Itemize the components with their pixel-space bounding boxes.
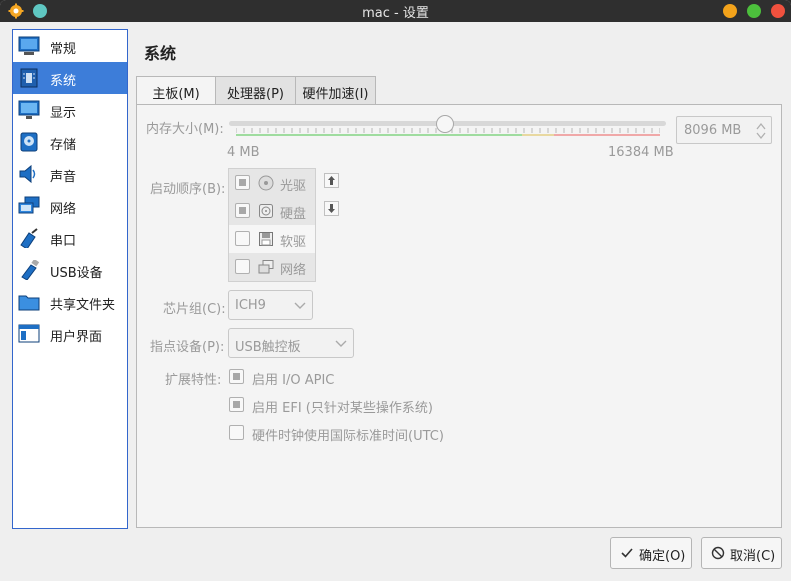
optical-drive-icon — [258, 175, 274, 191]
pointing-device-label: 指点设备(P): — [150, 340, 225, 355]
boot-item-hard-disk[interactable]: 硬盘 — [229, 197, 315, 225]
shared-folder-icon — [18, 295, 40, 311]
arrow-up-icon — [328, 176, 335, 185]
memory-safe-range — [236, 134, 522, 136]
boot-floppy-checkbox[interactable] — [235, 231, 250, 246]
cancel-button[interactable]: 取消(C) — [701, 537, 782, 569]
boot-item-label: 软驱 — [280, 235, 307, 250]
cancel-icon — [711, 546, 725, 560]
page-title: 系统 — [144, 44, 177, 63]
ok-button[interactable]: 确定(O) — [610, 537, 692, 569]
sidebar-item-user-interface[interactable]: 用户界面 — [13, 318, 127, 350]
maximize-button[interactable] — [747, 4, 761, 18]
sidebar-item-label: 显示 — [50, 106, 77, 121]
boot-item-label: 硬盘 — [280, 207, 307, 222]
system-icon — [20, 68, 38, 88]
sidebar-item-label: USB设备 — [50, 266, 103, 281]
tab-processor[interactable]: 处理器(P) — [215, 76, 296, 104]
arrow-down-icon — [328, 204, 335, 213]
pointing-device-value: USB触控板 — [235, 340, 301, 355]
sidebar-item-general[interactable]: 常规 — [13, 30, 127, 62]
sidebar-item-serial-port[interactable]: 串口 — [13, 222, 127, 254]
ioapic-label: 启用 I/O APIC — [252, 373, 335, 388]
memory-warning-range — [522, 134, 554, 136]
utc-clock-label: 硬件时钟使用国际标准时间(UTC) — [252, 429, 444, 444]
boot-hard-disk-checkbox[interactable] — [235, 203, 250, 218]
network-boot-icon — [258, 260, 274, 274]
sidebar-item-label: 用户界面 — [50, 330, 103, 345]
floppy-icon — [259, 232, 273, 246]
move-down-button[interactable] — [324, 201, 339, 216]
sidebar-item-label: 串口 — [50, 234, 77, 249]
serial-port-icon — [20, 228, 38, 248]
memory-size-value: 8096 MB — [684, 123, 742, 138]
chipset-value: ICH9 — [235, 298, 266, 313]
sidebar-item-network[interactable]: 网络 — [13, 190, 127, 222]
move-up-button[interactable] — [324, 173, 339, 188]
ioapic-checkbox[interactable] — [229, 369, 244, 384]
window-title: mac - 设置 — [362, 6, 429, 21]
minimize-button[interactable] — [723, 4, 737, 18]
chipset-select[interactable]: ICH9 — [228, 290, 313, 320]
display-icon — [18, 100, 40, 119]
memory-max-label: 16384 MB — [608, 145, 674, 160]
user-interface-icon — [18, 324, 40, 343]
sidebar-item-label: 系统 — [50, 74, 77, 89]
sidebar-item-system[interactable]: 系统 — [13, 62, 127, 94]
sidebar-item-usb[interactable]: USB设备 — [13, 254, 127, 286]
boot-item-label: 网络 — [280, 263, 307, 278]
chevron-down-icon — [335, 340, 347, 347]
settings-window: mac - 设置 常规 系统 显示 存储 声音 网络 串口 USB设备 共享文件… — [0, 0, 791, 581]
extended-features-label: 扩展特性: — [165, 373, 222, 388]
tab-motherboard[interactable]: 主板(M) — [136, 76, 216, 105]
memory-danger-range — [554, 134, 660, 136]
memory-size-spinbox[interactable]: 8096 MB — [676, 116, 772, 144]
sidebar-item-audio[interactable]: 声音 — [13, 158, 127, 190]
memory-min-label: 4 MB — [227, 145, 260, 160]
chevron-down-icon — [294, 302, 306, 309]
sidebar-item-label: 声音 — [50, 170, 77, 185]
sidebar-item-storage[interactable]: 存储 — [13, 126, 127, 158]
network-icon — [18, 196, 40, 214]
spin-down-icon[interactable] — [756, 132, 766, 140]
sidebar-item-display[interactable]: 显示 — [13, 94, 127, 126]
tab-acceleration[interactable]: 硬件加速(I) — [295, 76, 376, 104]
sidebar-item-label: 共享文件夹 — [50, 298, 116, 313]
pointing-device-select[interactable]: USB触控板 — [228, 328, 354, 358]
hard-disk-icon — [259, 204, 273, 218]
chipset-label: 芯片组(C): — [163, 302, 226, 317]
efi-checkbox[interactable] — [229, 397, 244, 412]
sidebar-item-label: 存储 — [50, 138, 77, 153]
storage-icon — [20, 132, 38, 152]
settings-category-list: 常规 系统 显示 存储 声音 网络 串口 USB设备 共享文件夹 用户界面 — [12, 29, 128, 529]
utc-clock-checkbox[interactable] — [229, 425, 244, 440]
boot-item-floppy[interactable]: 软驱 — [229, 225, 315, 253]
close-button[interactable] — [771, 4, 785, 18]
spin-up-icon[interactable] — [756, 122, 766, 130]
title-bar: mac - 设置 — [0, 0, 791, 22]
sidebar-item-shared-folders[interactable]: 共享文件夹 — [13, 286, 127, 318]
boot-order-label: 启动顺序(B): — [150, 182, 226, 197]
usb-icon — [21, 260, 40, 280]
memory-slider-handle[interactable] — [435, 115, 454, 133]
efi-label: 启用 EFI (只针对某些操作系统) — [252, 401, 433, 416]
boot-optical-checkbox[interactable] — [235, 175, 250, 190]
boot-item-optical[interactable]: 光驱 — [229, 169, 315, 197]
boot-order-list: 光驱 硬盘 软驱 网络 — [228, 168, 316, 282]
boot-item-network[interactable]: 网络 — [229, 253, 315, 281]
general-icon — [18, 36, 40, 55]
sidebar-item-label: 常规 — [50, 42, 77, 57]
checkmark-icon — [621, 548, 633, 558]
boot-item-label: 光驱 — [280, 179, 307, 194]
boot-network-checkbox[interactable] — [235, 259, 250, 274]
memory-size-label: 内存大小(M): — [146, 122, 224, 137]
audio-icon — [19, 164, 36, 184]
sidebar-item-label: 网络 — [50, 202, 77, 217]
